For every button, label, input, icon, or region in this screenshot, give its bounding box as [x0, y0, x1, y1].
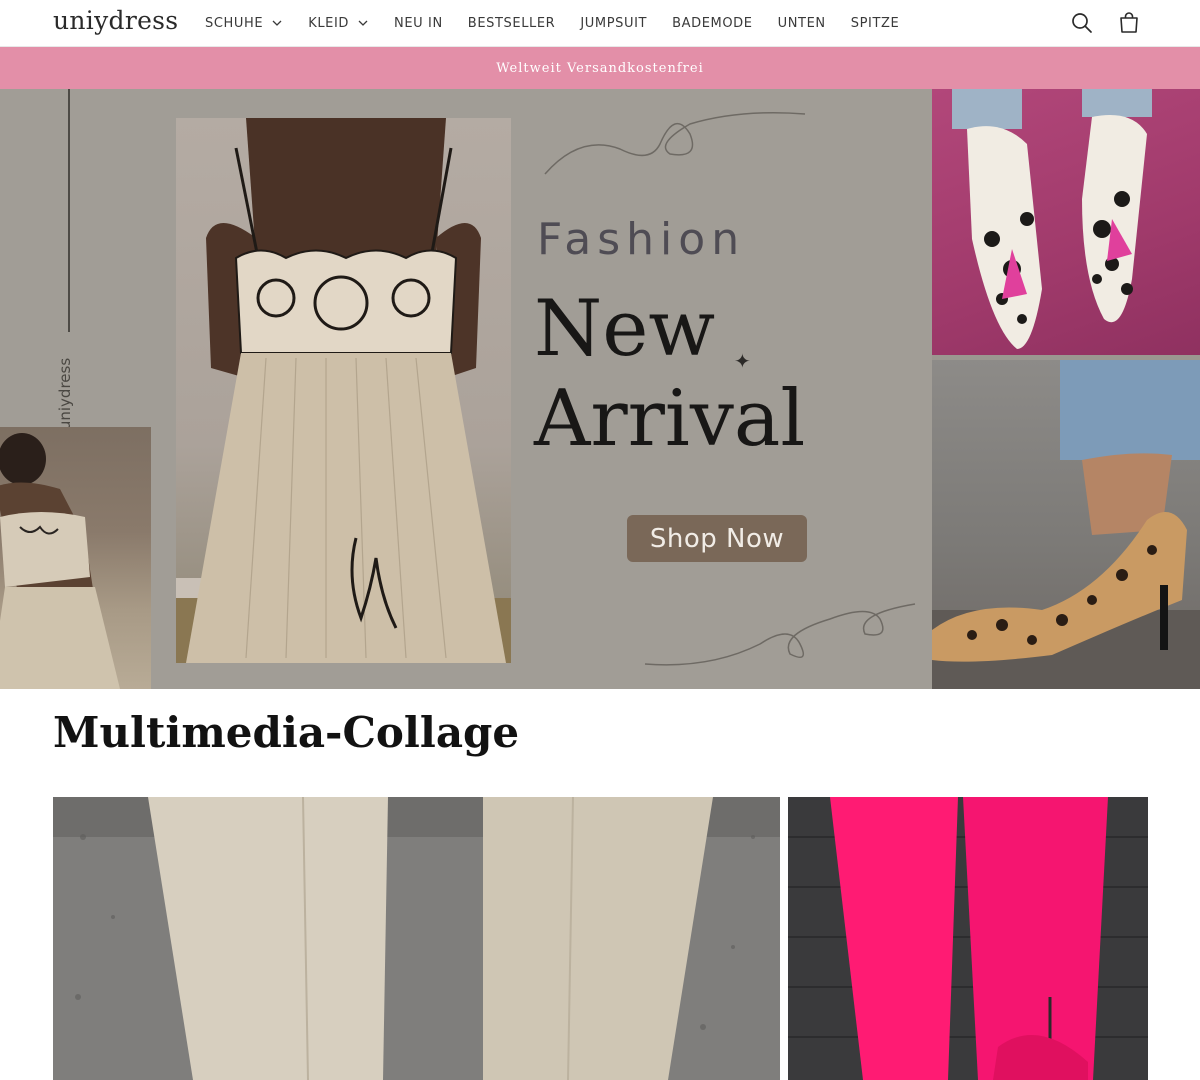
site-header: uniydress SCHUHE KLEID NEU IN BESTSELLER…	[0, 0, 1200, 47]
shop-now-label: Shop Now	[649, 523, 785, 554]
shoe-photo-flats	[932, 89, 1200, 355]
nav-item-bademode[interactable]: BADEMODE	[672, 16, 753, 31]
sparkle-icon: ✦	[734, 351, 751, 373]
nav-item-kleid[interactable]: KLEID	[308, 16, 369, 31]
collage-tile-pink-pants[interactable]	[788, 797, 1148, 1080]
hero-headline-line2: Arrival	[534, 374, 806, 464]
beige-pants-photo	[53, 797, 780, 1080]
nav-item-unten[interactable]: UNTEN	[778, 16, 826, 31]
nav-item-spitze[interactable]: SPITZE	[851, 16, 900, 31]
decorative-swirl-bottom	[644, 603, 916, 666]
hero-eyebrow: Fashion	[537, 214, 746, 265]
decorative-swirl-top	[544, 112, 806, 175]
announcement-text: Weltweit Versandkostenfrei	[496, 60, 704, 76]
nav-item-jumpsuit[interactable]: JUMPSUIT	[580, 16, 647, 31]
announcement-bar: Weltweit Versandkostenfrei	[0, 47, 1200, 89]
nav-item-schuhe[interactable]: SCHUHE	[205, 16, 283, 31]
nav-item-neu-in[interactable]: NEU IN	[394, 16, 443, 31]
main-nav: SCHUHE KLEID NEU IN BESTSELLER JUMPSUIT …	[205, 0, 924, 46]
site-logo[interactable]: uniydress	[53, 6, 178, 35]
shoe-photo-heels	[932, 360, 1200, 689]
hero-side-brand-text: uniydress	[56, 357, 75, 431]
heels-illustration	[932, 360, 1200, 689]
shop-now-button[interactable]: Shop Now	[627, 515, 807, 562]
nav-item-label: KLEID	[308, 15, 350, 31]
nav-item-bestseller[interactable]: BESTSELLER	[468, 16, 556, 31]
nav-item-label: SCHUHE	[205, 15, 264, 31]
chevron-down-icon	[358, 20, 368, 26]
collage-tile-beige-pants[interactable]	[53, 797, 780, 1080]
flats-illustration	[952, 89, 1152, 349]
hero-banner[interactable]: uniydress Fashion New ✦ Arrival Shop Now	[0, 89, 1200, 689]
chevron-down-icon	[272, 20, 282, 26]
model-photo-back	[0, 427, 151, 689]
hero-side-brand: uniydress	[56, 357, 83, 437]
model-back-illustration	[0, 433, 120, 689]
model-photo-main	[176, 118, 511, 663]
collage-section-title: Multimedia-Collage	[53, 708, 520, 757]
model-dress-illustration	[176, 118, 511, 663]
cart-icon[interactable]	[1117, 11, 1141, 35]
pink-pants-photo	[788, 797, 1148, 1080]
hero-headline-line1: New	[534, 284, 716, 374]
search-icon[interactable]	[1070, 11, 1094, 35]
hero-divider-line	[68, 89, 70, 332]
